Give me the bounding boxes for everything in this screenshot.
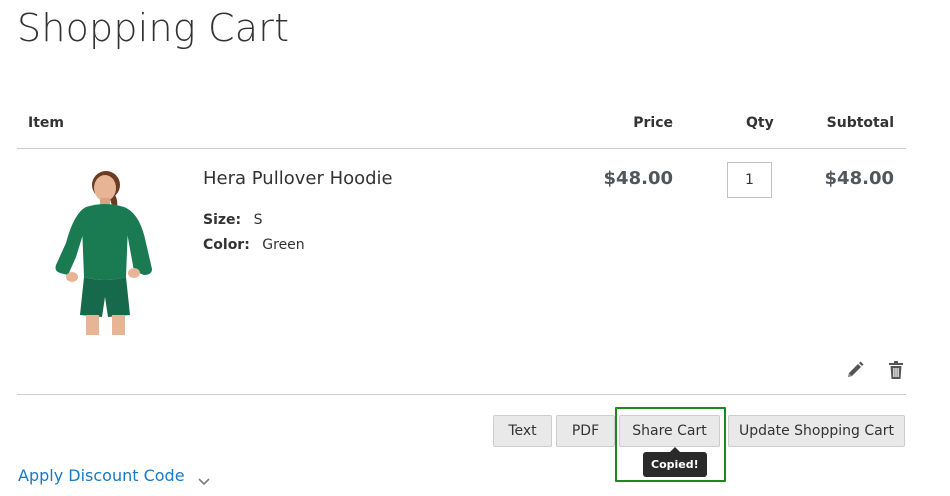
option-value-size: S [253,212,263,228]
apply-discount-label: Apply Discount Code [18,466,185,485]
column-header-item: Item [28,115,64,131]
share-cart-button[interactable]: Share Cart [619,415,720,447]
export-pdf-button[interactable]: PDF [556,415,615,447]
item-price: $48.00 [603,168,673,189]
option-label-color: Color: [203,237,250,253]
qty-input[interactable]: 1 [727,162,772,198]
header-divider [17,148,906,149]
trash-icon[interactable] [886,360,906,380]
export-text-button[interactable]: Text [493,415,552,447]
column-header-price: Price [633,115,673,131]
option-label-size: Size: [203,212,242,228]
update-cart-button[interactable]: Update Shopping Cart [728,415,905,447]
column-header-qty: Qty [746,115,774,131]
option-value-color: Green [262,237,305,253]
column-header-subtotal: Subtotal [826,115,894,131]
item-subtotal: $48.00 [824,168,894,189]
product-option-color: Color: Green [203,236,305,254]
product-image[interactable] [28,165,168,335]
product-name-link[interactable]: Hera Pullover Hoodie [203,168,393,190]
product-option-size: Size: S [203,211,262,229]
pencil-icon[interactable] [845,360,865,380]
cart-divider [17,394,906,395]
copied-tooltip: Copied! [643,447,707,477]
apply-discount-toggle[interactable]: Apply Discount Code [18,466,211,486]
chevron-down-icon [197,471,211,486]
page-title: Shopping Cart [17,6,290,50]
